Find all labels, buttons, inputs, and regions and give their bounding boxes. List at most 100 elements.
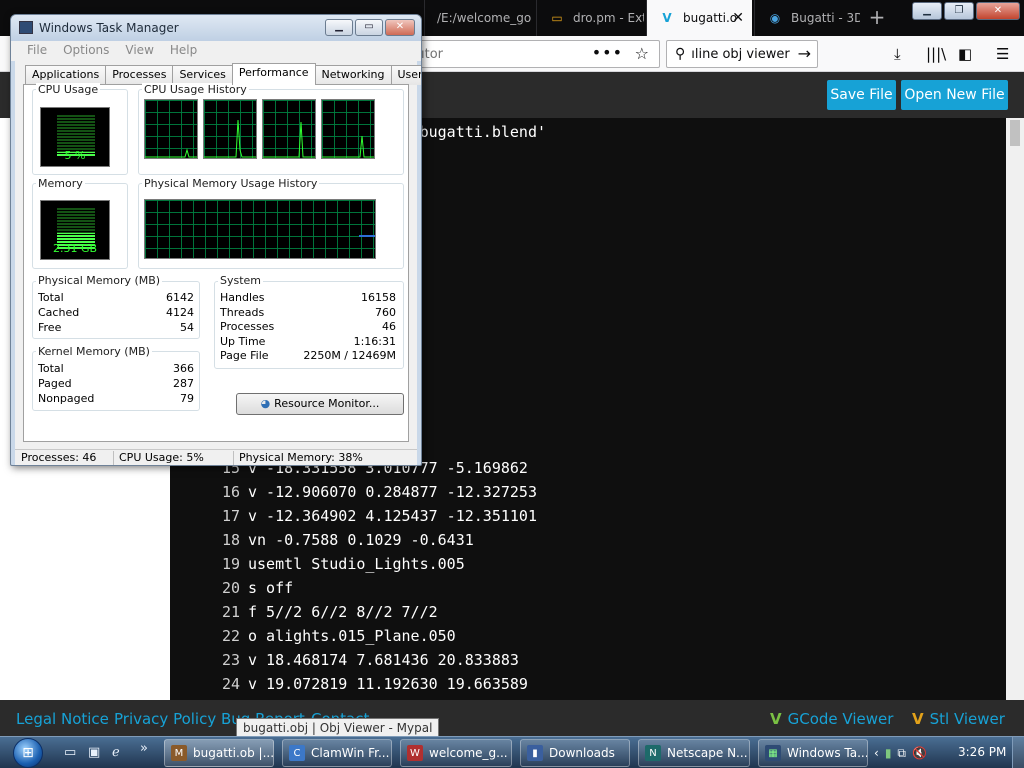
stat-value: 366 [173,362,194,375]
stat-key: Processes [220,320,275,333]
memory-value: 2.31 GB [52,242,98,255]
kernel-nonpaged-row: Nonpaged 79 [38,392,194,406]
line-number: 19 [221,555,240,573]
task-netscape[interactable]: N Netscape N... [638,739,750,767]
tm-maximize-button[interactable]: ▭ [355,19,383,36]
tab-networking[interactable]: Networking [314,65,392,85]
network-icon[interactable]: ⧉ [897,746,906,761]
3d-icon: ◉ [769,11,781,25]
search-bar[interactable]: ⚲ ıline obj viewer → [666,40,818,68]
cpu-core2-line [204,119,256,158]
gcode-viewer-link[interactable]: V GCode Viewer [770,710,893,728]
tab-bugatti-obj[interactable]: V bugatti.o ✕ [646,0,752,36]
tab-bugatti-3d[interactable]: ◉ Bugatti - 3D [754,0,860,36]
sidebar-icon[interactable]: ◧ [958,45,972,63]
memory-history-label: Physical Memory Usage History [142,177,320,190]
status-cpu-usage: CPU Usage: 5% [119,451,204,464]
tab-applications[interactable]: Applications [25,65,107,85]
cpu-history-graph-core2 [203,99,257,159]
stat-key: Free [38,321,62,334]
menu-file[interactable]: File [27,43,47,61]
task-bugatti-browser[interactable]: M bugatti.ob |... [164,739,274,767]
explorer-quicklaunch-icon[interactable]: ▣ [88,745,100,760]
bookmark-star-icon[interactable]: ☆ [635,44,649,63]
line-number: 17 [221,507,240,525]
privacy-policy-link[interactable]: Privacy Policy [114,710,216,728]
menu-options[interactable]: Options [63,43,109,61]
browser-icon: M [171,745,187,761]
close-tab-icon[interactable]: ✕ [732,10,744,26]
task-label: Downloads [549,746,615,760]
tab-services[interactable]: Services [172,65,233,85]
cpu-history-graph-core4 [321,99,375,159]
memory-label: Memory [36,177,85,190]
task-windows-task-manager[interactable]: ▦ Windows Ta... [758,739,868,767]
stl-viewer-label: Stl Viewer [929,710,1005,728]
stat-value: 760 [375,306,396,319]
tab-users[interactable]: Users [390,65,421,85]
stl-viewer-icon: V [912,710,924,728]
line-text: vn -0.7588 0.1029 -0.6431 [248,531,474,549]
performance-panel: CPU Usage 5 % CPU Usage History Memory 2… [23,83,409,442]
volume-muted-icon[interactable]: 🔇 [912,746,927,760]
editor-scrollbar[interactable] [1006,118,1024,700]
line-number: 20 [221,579,240,597]
task-clamwin[interactable]: C ClamWin Fr... [282,739,392,767]
folder-icon: ▮ [527,745,543,761]
tray-expand-icon[interactable]: ‹ [874,746,879,760]
show-desktop-button[interactable] [1012,737,1024,768]
line-number: 21 [221,603,240,621]
tab-dropm[interactable]: ▭ dro.pm - Ext [536,0,644,36]
tab-processes[interactable]: Processes [105,65,174,85]
internet-explorer-icon[interactable]: ℯ [112,745,120,760]
new-tab-button[interactable]: + [864,6,890,30]
task-downloads[interactable]: ▮ Downloads [520,739,630,767]
cpu-history-graph-core1 [144,99,198,159]
minimize-button[interactable]: ▁ [912,2,942,20]
memory-history-line [359,235,375,237]
maximize-button[interactable]: ❐ [944,2,974,20]
tab-performance[interactable]: Performance [231,63,316,85]
task-label: bugatti.ob |... [193,746,274,760]
open-new-file-button[interactable]: Open New File [901,80,1008,110]
tray-app-icon[interactable]: ▮ [885,746,892,760]
system-title: System [218,274,264,287]
netscape-icon: N [645,745,661,761]
save-file-button[interactable]: Save File [827,80,896,110]
code-line: 19 usemtl Studio_Lights.005 [170,552,1006,576]
menu-help[interactable]: Help [170,43,197,61]
line-text: f 5//2 6//2 8//2 7//2 [248,603,438,621]
gcode-viewer-label: GCode Viewer [787,710,894,728]
download-icon[interactable]: ⤓ [894,45,901,63]
task-label: welcome_g... [429,746,508,760]
tm-close-button[interactable]: ✕ [385,19,415,36]
code-line: 16 v -12.906070 0.284877 -12.327253 [170,480,1006,504]
legal-notice-link[interactable]: Legal Notice [16,710,109,728]
tm-status-bar: Processes: 46 CPU Usage: 5% Physical Mem… [15,449,417,465]
resource-monitor-button[interactable]: ◕ Resource Monitor... [236,393,404,415]
line-text: v 18.468174 7.681436 20.833883 [248,651,519,669]
menu-view[interactable]: View [125,43,153,61]
stl-viewer-link[interactable]: V Stl Viewer [912,710,1005,728]
taskbar-clock[interactable]: 3:26 PM [958,745,1006,759]
page-actions-icon[interactable]: ••• [592,43,623,62]
start-button[interactable]: ⊞ [8,737,48,768]
kernel-total-row: Total 366 [38,362,194,376]
close-window-button[interactable]: ✕ [976,2,1020,20]
search-go-arrow-icon[interactable]: → [798,44,811,63]
menu-icon[interactable]: ☰ [996,45,1009,63]
quicklaunch-chevron-icon[interactable]: » [140,741,148,756]
show-desktop-quicklaunch-icon[interactable]: ▭ [64,745,76,760]
physical-free-row: Free 54 [38,321,194,335]
scrollbar-thumb[interactable] [1010,120,1020,146]
task-welcome[interactable]: W welcome_g... [400,739,512,767]
tab-welcome[interactable]: /E:/welcome_go [424,0,534,36]
stat-key: Page File [220,349,269,362]
cpu-core4-line [322,135,374,158]
tm-minimize-button[interactable]: ▁ [325,19,353,36]
system-processes-row: Processes 46 [220,320,396,334]
library-icon[interactable]: |||\ [926,45,946,63]
tab-label: /E:/welcome_go [437,11,532,25]
windows-logo-icon: ⊞ [13,738,43,768]
gcode-viewer-icon: V [770,710,782,728]
